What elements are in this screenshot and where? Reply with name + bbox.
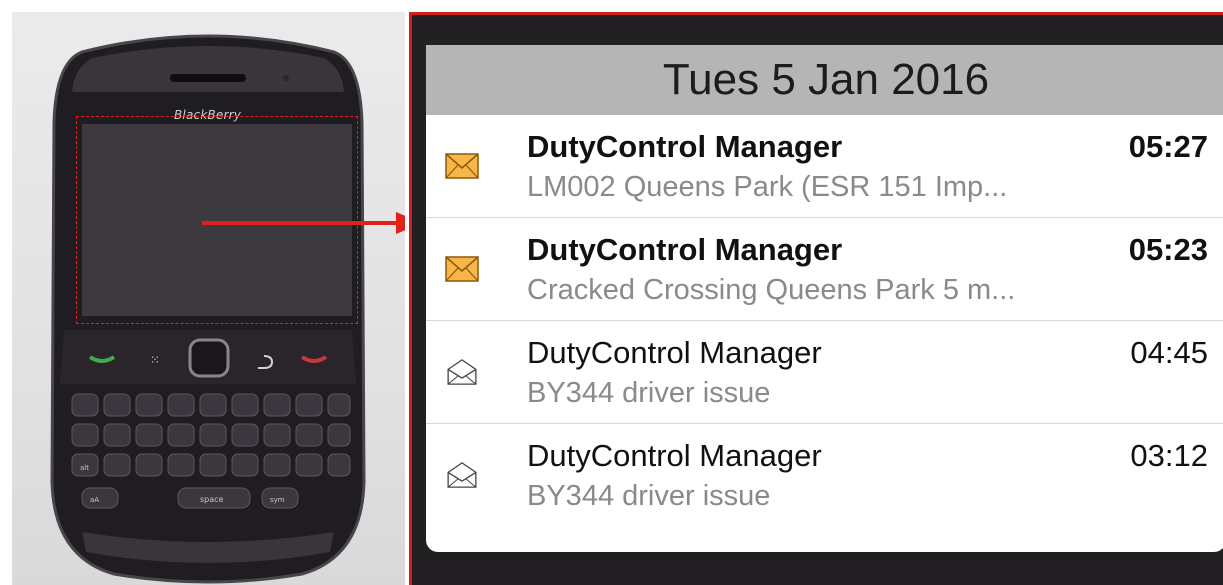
message-item[interactable]: DutyControl Manager 05:23 Cracked Crossi…	[426, 218, 1223, 321]
phone-key-space: space	[200, 495, 224, 504]
message-time: 05:23	[1128, 232, 1208, 267]
message-sender: DutyControl Manager	[527, 129, 843, 164]
message-preview: BY344 driver issue	[527, 377, 771, 409]
phone-menu-key: ⁙	[150, 353, 160, 367]
message-sender: DutyControl Manager	[527, 232, 843, 267]
stage: ⁙ alt aA space sym BlackBerry Tues 5 Jan…	[0, 0, 1223, 585]
message-time: 04:45	[1130, 335, 1208, 370]
phone-trackpad	[188, 338, 230, 378]
message-time: 05:27	[1128, 129, 1208, 164]
message-sender: DutyControl Manager	[527, 438, 822, 473]
enlarged-screen-panel: Tues 5 Jan 2016 DutyControl Manager 05:2…	[409, 12, 1223, 585]
message-time: 03:12	[1130, 438, 1208, 473]
unread-envelope-icon	[445, 256, 479, 282]
phone-photo: ⁙ alt aA space sym BlackBerry	[12, 12, 405, 585]
phone-key-aa: aA	[90, 496, 99, 504]
message-preview: BY344 driver issue	[527, 480, 771, 512]
read-envelope-icon	[447, 359, 477, 385]
message-preview: LM002 Queens Park (ESR 151 Imp...	[527, 171, 1008, 203]
phone-key-alt: alt	[80, 464, 89, 472]
message-item[interactable]: DutyControl Manager 05:27 LM002 Queens P…	[426, 115, 1223, 218]
phone-key-sym: sym	[270, 496, 285, 504]
message-list: Tues 5 Jan 2016 DutyControl Manager 05:2…	[426, 45, 1223, 552]
phone-led	[283, 75, 289, 81]
message-item[interactable]: DutyControl Manager 04:45 BY344 driver i…	[426, 321, 1223, 424]
message-preview: Cracked Crossing Queens Park 5 m...	[527, 274, 1016, 306]
message-item[interactable]: DutyControl Manager 03:12 BY344 driver i…	[426, 424, 1223, 527]
read-envelope-icon	[447, 462, 477, 488]
phone-speaker	[170, 74, 246, 82]
callout-arrow	[202, 212, 405, 234]
date-header: Tues 5 Jan 2016	[426, 45, 1223, 115]
unread-envelope-icon	[445, 153, 479, 179]
message-sender: DutyControl Manager	[527, 335, 822, 370]
